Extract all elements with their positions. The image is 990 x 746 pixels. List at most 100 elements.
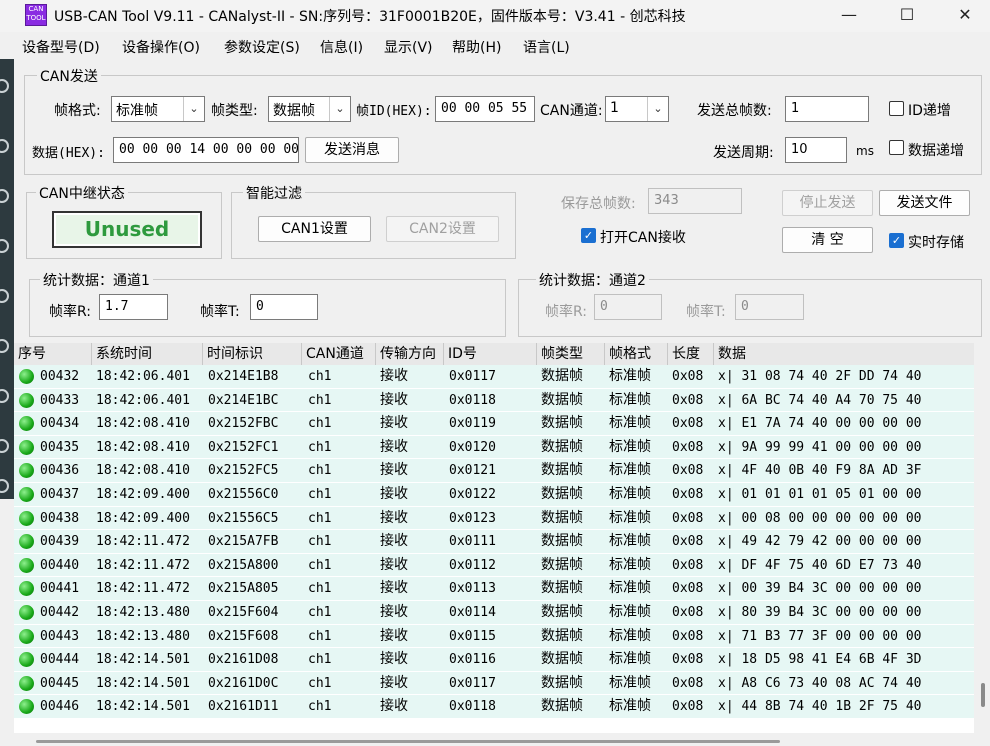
cell-frame-type: 数据帧 (541, 556, 583, 573)
column-header-index[interactable]: 序号 (14, 343, 92, 365)
can-send-group-label: CAN发送 (37, 66, 101, 86)
table-row[interactable]: 00436 18:42:08.410 0x2152FC5 ch1 接收 0x0121 数据帧… (14, 459, 974, 483)
cell-index: 00437 (40, 487, 80, 502)
cell-direction: 接收 (380, 462, 408, 479)
menu-info[interactable]: 信息(I) (320, 37, 363, 57)
menu-display[interactable]: 显示(V) (384, 37, 433, 57)
cell-frame-format: 标准帧 (609, 391, 651, 408)
table-row[interactable]: 00441 18:42:11.472 0x215A805 ch1 接收 0x0113 数据帧… (14, 577, 974, 601)
send-file-button[interactable]: 发送文件 (879, 190, 970, 216)
table-row[interactable]: 00440 18:42:11.472 0x215A800 ch1 接收 0x0112 数据帧… (14, 553, 974, 578)
horizontal-scrollbar-thumb[interactable] (36, 740, 780, 743)
can1-settings-button[interactable]: CAN1设置 (258, 216, 371, 242)
table-row[interactable]: 00439 18:42:11.472 0x215A7FB ch1 接收 0x0111 数据帧… (14, 530, 974, 554)
cell-can-channel: ch1 (308, 392, 332, 408)
column-header-timestamp[interactable]: 时间标识 (203, 343, 302, 365)
close-button[interactable]: ✕ (942, 0, 988, 32)
cell-direction: 接收 (380, 674, 408, 691)
cell-frame-type: 数据帧 (541, 486, 583, 502)
can-channel-select[interactable]: 1 ⌄ (605, 96, 669, 122)
column-header-frame-format[interactable]: 帧格式 (605, 343, 668, 365)
cell-frame-format: 标准帧 (609, 533, 651, 550)
cell-frame-type: 数据帧 (541, 391, 583, 408)
cell-direction: 接收 (380, 604, 408, 620)
menu-bar: 设备型号(D) 设备操作(O) 参数设定(S) 信息(I) 显示(V) 帮助(H… (18, 33, 990, 59)
column-header-system-time[interactable]: 系统时间 (92, 343, 203, 365)
table-row[interactable]: 00445 18:42:14.501 0x2161D0C ch1 接收 0x0117 数据帧… (14, 671, 974, 696)
cell-index: 00435 (40, 439, 80, 455)
table-row[interactable]: 00444 18:42:14.501 0x2161D08 ch1 接收 0x0116 数据帧… (14, 648, 974, 672)
period-input[interactable]: 10 (785, 137, 847, 163)
column-header-can-channel[interactable]: CAN通道 (302, 343, 376, 365)
cell-can-channel: ch1 (308, 699, 332, 715)
menu-language[interactable]: 语言(L) (523, 37, 570, 57)
frame-type-select[interactable]: 数据帧 ⌄ (268, 96, 351, 122)
data-input[interactable]: 00 00 00 14 00 00 00 00 (113, 137, 299, 163)
data-increment-checkbox[interactable] (889, 140, 904, 155)
cell-frame-type: 数据帧 (541, 674, 583, 691)
cell-length: 0x08 (672, 416, 704, 432)
total-frames-input[interactable]: 1 (785, 96, 869, 122)
status-led-icon (19, 392, 34, 408)
table-row[interactable]: 00435 18:42:08.410 0x2152FC1 ch1 接收 0x0120 数据帧… (14, 435, 974, 460)
table-row[interactable]: 00434 18:42:08.410 0x2152FBC ch1 接收 0x0119 数据帧… (14, 412, 974, 436)
table-row[interactable]: 00437 18:42:09.400 0x21556C0 ch1 接收 0x0122 数据帧… (14, 483, 974, 507)
cell-length: 0x08 (672, 675, 704, 691)
cell-frame-type: 数据帧 (541, 604, 583, 620)
cell-data: x| 18 D5 98 41 E4 6B 4F 3D (718, 652, 922, 668)
data-increment-label: 数据递增 (908, 143, 964, 159)
column-header-length[interactable]: 长度 (668, 343, 714, 365)
can2-settings-button[interactable]: CAN2设置 (386, 216, 499, 242)
cell-index: 00446 (40, 699, 80, 715)
cell-frame-type: 数据帧 (541, 580, 583, 597)
cell-can-channel: ch1 (308, 605, 332, 620)
minimize-button[interactable]: — (826, 0, 872, 32)
cell-id: 0x0117 (449, 675, 496, 691)
cell-data: x| 9A 99 99 41 00 00 00 00 (718, 439, 922, 455)
table-row[interactable]: 00438 18:42:09.400 0x21556C5 ch1 接收 0x0123 数据帧… (14, 506, 974, 531)
table-row[interactable]: 00442 18:42:13.480 0x215F604 ch1 接收 0x0114 数据帧… (14, 601, 974, 625)
table-row[interactable]: 00446 18:42:14.501 0x2161D11 ch1 接收 0x0118 数据帧… (14, 695, 974, 719)
frame-id-input[interactable]: 00 00 05 55 (435, 96, 535, 122)
vertical-scrollbar-thumb[interactable] (981, 683, 985, 707)
menu-help[interactable]: 帮助(H) (452, 37, 501, 57)
realtime-save-checkbox[interactable]: ✓ (889, 233, 904, 248)
frame-format-select[interactable]: 标准帧 ⌄ (111, 96, 205, 122)
cell-system-time: 18:42:13.480 (96, 605, 190, 620)
menu-device-model[interactable]: 设备型号(D) (22, 37, 100, 57)
table-row[interactable]: 00443 18:42:13.480 0x215F608 ch1 接收 0x0115 数据帧… (14, 624, 974, 649)
maximize-button[interactable]: ☐ (884, 0, 930, 32)
column-header-direction[interactable]: 传输方向 (376, 343, 444, 365)
status-led-icon (19, 699, 34, 715)
cell-length: 0x08 (672, 510, 704, 526)
stats-channel2-label: 统计数据：通道2 (536, 270, 649, 290)
vertical-scrollbar[interactable] (974, 343, 990, 733)
cell-direction: 接收 (380, 391, 408, 408)
cell-frame-type: 数据帧 (541, 533, 583, 550)
cell-system-time: 18:42:09.400 (96, 487, 190, 502)
cell-id: 0x0121 (449, 463, 496, 479)
menu-device-operation[interactable]: 设备操作(O) (122, 37, 200, 57)
open-can-receive-checkbox[interactable]: ✓ (581, 228, 596, 243)
column-header-data[interactable]: 数据 (714, 343, 974, 365)
menu-parameter-settings[interactable]: 参数设定(S) (224, 37, 300, 57)
frame-id-label: 帧ID(HEX): (356, 104, 432, 119)
can-message-table[interactable]: 序号 系统时间 时间标识 CAN通道 传输方向 ID号 帧类型 帧格式 长度 数… (14, 343, 990, 733)
column-header-id[interactable]: ID号 (444, 343, 537, 365)
table-row[interactable]: 00432 18:42:06.401 0x214E1B8 ch1 接收 0x0117 数据帧… (14, 365, 974, 389)
cell-data: x| 44 8B 74 40 1B 2F 75 40 (718, 699, 922, 715)
cell-can-channel: ch1 (308, 369, 332, 384)
cell-can-channel: ch1 (308, 652, 332, 668)
cell-id: 0x0115 (449, 628, 496, 644)
table-row[interactable]: 00433 18:42:06.401 0x214E1BC ch1 接收 0x0118 数据帧… (14, 388, 974, 413)
clear-button[interactable]: 清 空 (782, 227, 873, 253)
data-label: 数据(HEX): (32, 146, 105, 161)
column-header-frame-type[interactable]: 帧类型 (537, 343, 605, 365)
id-increment-checkbox[interactable] (889, 101, 904, 116)
cell-length: 0x08 (672, 369, 704, 384)
cell-index: 00441 (40, 581, 80, 597)
stop-send-button[interactable]: 停止发送 (782, 190, 873, 216)
cell-length: 0x08 (672, 699, 704, 715)
realtime-save-label: 实时存储 (908, 235, 964, 251)
send-message-button[interactable]: 发送消息 (305, 137, 399, 163)
